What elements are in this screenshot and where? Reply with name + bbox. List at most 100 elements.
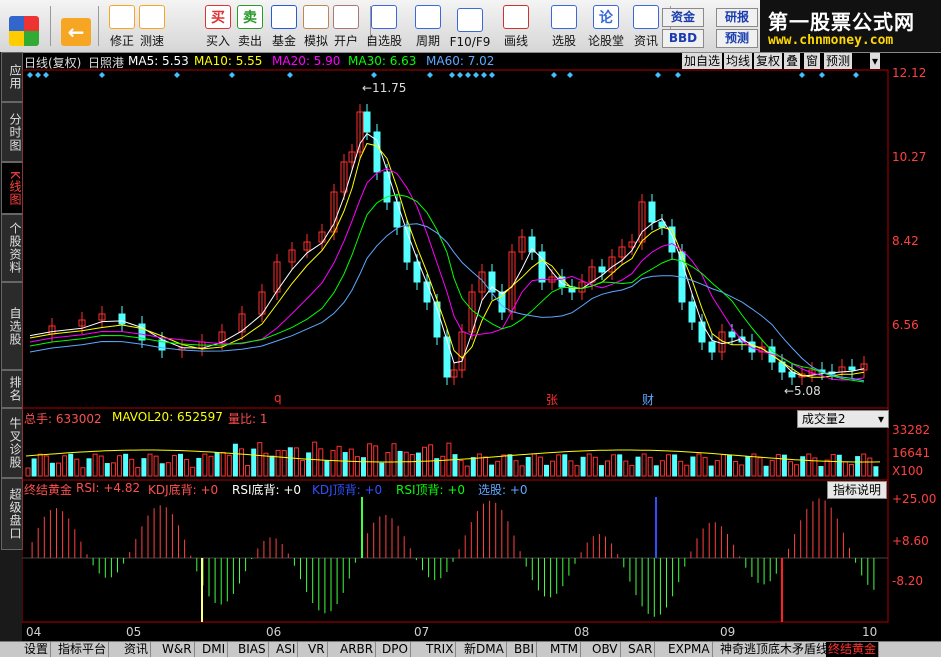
indicator-tab-2[interactable]: 资讯 [122, 642, 152, 657]
toolbar-button-13[interactable]: 资讯 [626, 3, 666, 49]
candle-body [728, 331, 736, 338]
indicator-tab-3[interactable]: W&R [160, 642, 195, 657]
volume-axis-label: 16641 [892, 446, 931, 460]
volume-bar [483, 456, 488, 477]
volume-bar [348, 448, 354, 477]
signal-diamond-icon [427, 72, 433, 78]
volume-bar [379, 462, 385, 477]
volume-bar [135, 467, 141, 477]
indicator-tab-18[interactable]: 终结黄金 [826, 642, 880, 657]
volume-bar [214, 452, 220, 477]
volume-bar [696, 453, 702, 477]
indicator-tab-9[interactable]: DPO [380, 642, 411, 657]
research-button[interactable]: 研报 [716, 8, 758, 27]
volume-bar [727, 454, 732, 477]
indicator-tab-0[interactable]: 设置 [22, 642, 52, 657]
forecast-button[interactable]: 预测 [716, 29, 758, 48]
clock-icon [139, 5, 165, 29]
signal-diamond-icon [489, 72, 495, 78]
toolbar-button-12[interactable]: 论论股堂 [586, 3, 626, 49]
signal-diamond-icon [27, 72, 33, 78]
toolbar-button-label: 论股堂 [587, 34, 624, 48]
toolbar-button-9[interactable]: F10/F9 [450, 3, 490, 49]
period-icon [415, 5, 441, 29]
signal-diamond-icon [799, 72, 805, 78]
indicator-tab-12[interactable]: BBI [512, 642, 538, 657]
indicator-tab-14[interactable]: OBV [590, 642, 621, 657]
toolbar-button-label: 买入 [205, 34, 230, 48]
volume-bar [690, 456, 696, 477]
indicator-tab-8[interactable]: ARBR [338, 642, 377, 657]
volume-axis-label: X100 [892, 464, 924, 478]
volume-bar [171, 455, 177, 477]
candle-body [118, 313, 126, 325]
volume-bar [141, 458, 147, 477]
indicator-tab-11[interactable]: 新DMA [462, 642, 507, 657]
signal-diamond-icon [675, 72, 681, 78]
toolbar-button-7[interactable]: 自选股 [364, 3, 404, 49]
toolbar-button-10[interactable]: 画线 [496, 3, 536, 49]
indicator-tab-17[interactable]: 神奇逃顶底木矛盾线 [718, 642, 832, 657]
toolbar-button-6[interactable]: 开户 [326, 3, 366, 49]
sidebar-tab-4[interactable]: 自选股 [1, 282, 23, 370]
left-sidebar: 应用 分时图 K线图 个股资料 自选股 排名 牛叉诊股 超级盘口 [0, 52, 23, 642]
toolbar-button-8[interactable]: 周期 [408, 3, 448, 49]
indicator-tab-1[interactable]: 指标平台 [56, 642, 110, 657]
kline-chart[interactable]: ←11.75 ←5.08 张 财 q [22, 52, 941, 641]
volume-bar [452, 454, 458, 477]
capital-button[interactable]: 资金 [662, 8, 704, 27]
toolbar-button-label: 周期 [415, 34, 440, 48]
sidebar-tab-1[interactable]: 分时图 [1, 102, 23, 162]
volume-bar [458, 459, 464, 477]
volume-bar [49, 462, 55, 477]
indicator-tab-13[interactable]: MTM [548, 642, 582, 657]
volume-bar [629, 464, 635, 477]
volume-bar [153, 455, 159, 477]
indicator-help-button[interactable]: 指标说明 [827, 481, 887, 499]
bbd-button[interactable]: BBD [662, 29, 704, 48]
back-button[interactable]: ← [58, 3, 94, 49]
indicator-tab-5[interactable]: BIAS [236, 642, 269, 657]
indicator-tab-10[interactable]: TRIX [424, 642, 457, 657]
volume-bar [385, 452, 391, 477]
indicator-tab-7[interactable]: VR [306, 642, 328, 657]
volume-bar [794, 464, 800, 477]
indicator-name: 终结黄金 [24, 483, 73, 497]
sidebar-tab-2[interactable]: K线图 [1, 162, 23, 214]
signal-diamond-icon [853, 72, 859, 78]
toolbar-button-11[interactable]: 选股 [544, 3, 584, 49]
indicator-tab-16[interactable]: EXPMA [666, 642, 713, 657]
volume-bar [354, 456, 360, 477]
volume-bar [208, 455, 214, 477]
volume-indicator-dropdown[interactable]: 成交量2 ▾ [797, 410, 889, 428]
sidebar-tab-3[interactable]: 个股资料 [1, 214, 23, 282]
volume-bar [123, 453, 129, 477]
select-stock-icon [551, 5, 577, 29]
volume-bar [605, 460, 610, 477]
indicator-rsi-top: RSI顶背: +0 [396, 483, 466, 497]
volume-bar [178, 453, 183, 477]
watermark-logo: 第一股票公式网 www.chnmoney.com [760, 0, 941, 52]
indicator-tab-6[interactable]: ASI [274, 642, 299, 657]
signal-diamond-icon [457, 72, 463, 78]
indicator-select: 选股: +0 [478, 483, 528, 497]
signal-diamond-icon [481, 72, 487, 78]
volume-bar [269, 455, 275, 477]
app-logo-icon[interactable] [4, 3, 44, 49]
candle-body [363, 111, 371, 133]
sidebar-tab-7[interactable]: 超级盘口 [1, 478, 23, 550]
volume-bar [519, 465, 525, 477]
indicator-tab-4[interactable]: DMI [200, 642, 229, 657]
indicator-tab-15[interactable]: SAR [626, 642, 656, 657]
volume-bar [836, 454, 842, 477]
logo-url: www.chnmoney.com [768, 33, 894, 48]
sidebar-tab-5[interactable]: 排名 [1, 370, 23, 408]
event-marker-q: q [274, 391, 282, 405]
sidebar-tab-0[interactable]: 应用 [1, 52, 23, 102]
volume-bar [586, 453, 592, 477]
price-axis-label: 8.42 [892, 234, 919, 248]
toolbar-button-1[interactable]: 测速 [132, 3, 172, 49]
sidebar-tab-6[interactable]: 牛叉诊股 [1, 408, 23, 478]
toolbar-button-label: 自选股 [365, 34, 402, 48]
volume-bar [245, 465, 251, 477]
